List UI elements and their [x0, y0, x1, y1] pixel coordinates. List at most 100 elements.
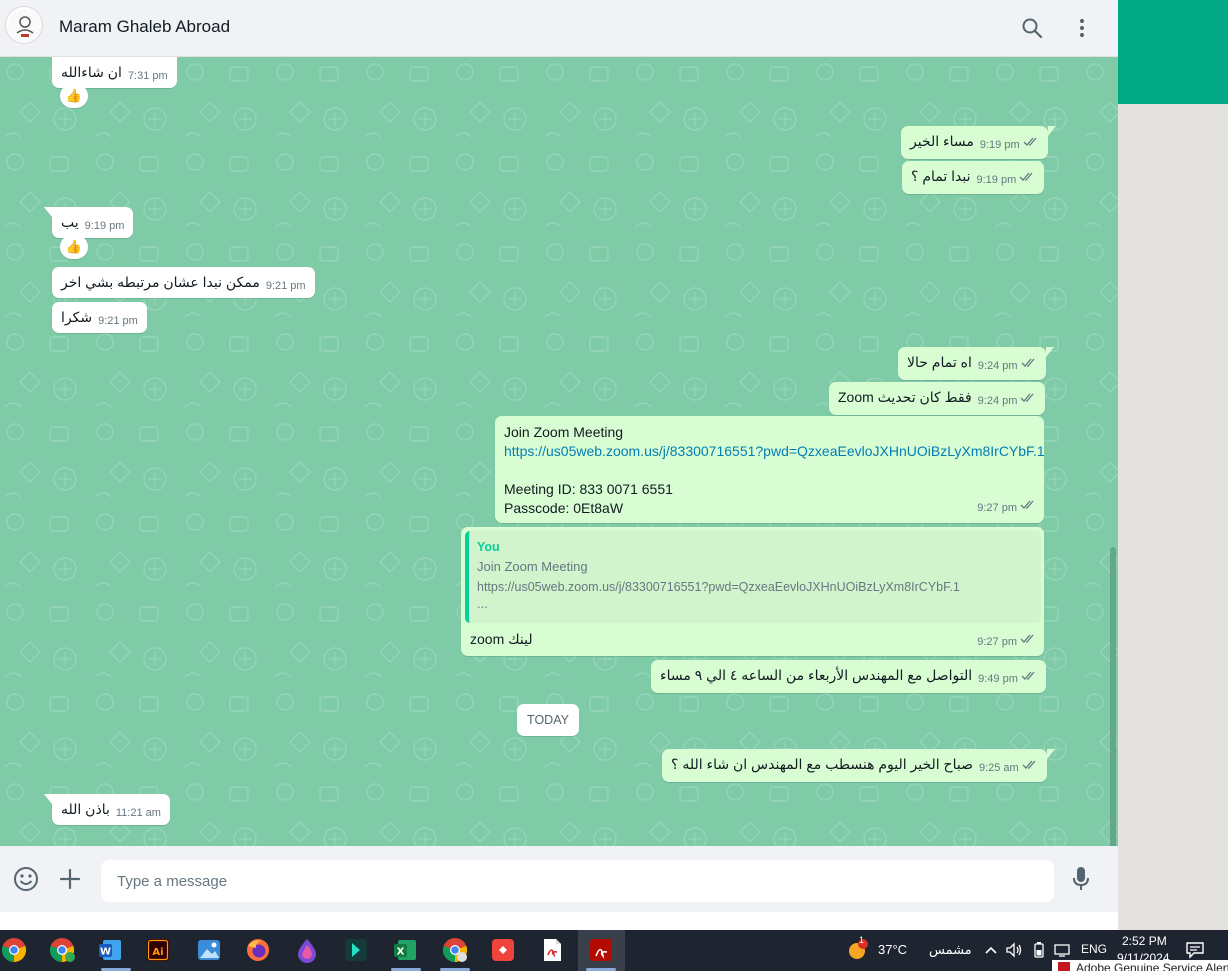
message-meta: 9:27 pm	[971, 629, 1036, 652]
message-time: 11:21 am	[115, 807, 161, 819]
double-check-icon	[1020, 634, 1034, 643]
svg-text:X: X	[397, 947, 405, 958]
message-text: فقط كان تحديث Zoom	[838, 389, 972, 405]
weather-text[interactable]: مشمس	[929, 942, 972, 958]
double-check-icon	[1023, 137, 1037, 146]
excel-icon[interactable]: X	[390, 935, 420, 965]
message-outgoing[interactable]: مساء الخير 9:19 pm	[901, 126, 1056, 159]
date-divider: TODAY	[517, 704, 579, 736]
double-check-icon	[1022, 760, 1036, 769]
message-time: 9:19 pm	[976, 174, 1017, 186]
avatar[interactable]	[5, 6, 43, 44]
message-outgoing[interactable]: صباح الخير اليوم هنسطب مع المهندس ان شاء…	[662, 749, 1055, 782]
adobe-icon	[1058, 962, 1070, 971]
message-reply[interactable]: You Join Zoom Meeting https://us05web.zo…	[461, 527, 1044, 656]
window-bottom-strip	[0, 912, 1118, 930]
word-icon[interactable]: W	[95, 935, 125, 965]
anydesk-icon[interactable]	[488, 935, 518, 965]
chrome-profile-2-icon[interactable]	[440, 935, 470, 965]
clock-time[interactable]: 2:52 PM	[1122, 934, 1167, 948]
side-panel-header	[1118, 0, 1228, 104]
message-time: 9:21 pm	[265, 280, 306, 292]
zoom-invite-title: Join Zoom Meeting	[504, 424, 624, 440]
reaction-thumbs-up[interactable]: 👍	[60, 235, 88, 259]
message-input[interactable]	[101, 860, 1054, 902]
message-incoming[interactable]: ممكن نبدا عشان مرتبطه بشي اخر 9:21 pm	[52, 267, 315, 298]
double-check-icon	[1020, 500, 1034, 509]
plus-icon	[59, 868, 81, 890]
reaction-thumbs-up[interactable]: 👍	[60, 84, 88, 108]
message-time: 9:25 am	[978, 762, 1019, 774]
voice-message-button[interactable]	[1067, 865, 1095, 893]
weather-sun-icon[interactable]	[845, 935, 869, 965]
illustrator-icon[interactable]: Ai	[143, 935, 173, 965]
message-outgoing[interactable]: اه تمام حالا 9:24 pm	[898, 347, 1054, 380]
message-zoom-invite[interactable]: Join Zoom Meeting https://us05web.zoom.u…	[495, 416, 1045, 523]
weather-badge: 1	[859, 935, 865, 945]
message-incoming[interactable]: باذن الله 11:21 am	[44, 794, 170, 825]
composer	[0, 846, 1118, 912]
chat-area[interactable]: ان شاءالله 7:31 pm 👍 مساء الخير 9:19 pm نب…	[0, 57, 1118, 846]
message-text: ممكن نبدا عشان مرتبطه بشي اخر	[61, 274, 260, 290]
svg-text:Ai: Ai	[152, 947, 163, 958]
menu-button[interactable]	[1067, 13, 1097, 43]
emoji-button[interactable]	[12, 865, 40, 893]
notification-toast[interactable]: Adobe Genuine Service Alert	[1052, 960, 1228, 971]
quote-line: ...	[477, 596, 488, 611]
message-time: 9:19 pm	[84, 220, 125, 232]
message-meta: 9:27 pm	[971, 495, 1036, 518]
avatar-logo-icon	[8, 9, 42, 43]
quote-line: https://us05web.zoom.us/j/83300716551?pw…	[477, 580, 960, 594]
message-outgoing[interactable]: التواصل مع المهندس الأربعاء من الساعه ٤ …	[651, 660, 1046, 693]
message-time: 9:24 pm	[977, 360, 1018, 372]
double-check-icon	[1021, 358, 1035, 367]
quoted-message[interactable]: You Join Zoom Meeting https://us05web.zo…	[465, 531, 1041, 623]
zoom-meeting-link[interactable]: https://us05web.zoom.us/j/83300716551?pw…	[504, 442, 1045, 461]
attach-button[interactable]	[56, 865, 84, 893]
message-text: شكرا	[61, 309, 93, 325]
battery-icon[interactable]	[1028, 935, 1050, 965]
contact-name[interactable]: Maram Ghaleb Abroad	[59, 17, 230, 37]
zoom-passcode: Passcode: 0Et8aW	[504, 500, 624, 516]
acrobat-icon[interactable]	[586, 935, 616, 965]
message-time: 9:27 pm	[977, 636, 1017, 648]
message-outgoing[interactable]: نبدا تمام ؟ 9:19 pm	[902, 161, 1045, 194]
filmora-icon[interactable]	[341, 935, 371, 965]
message-text: مساء الخير	[910, 133, 974, 149]
message-text: اه تمام حالا	[907, 354, 972, 370]
chrome-profile-icon[interactable]	[47, 935, 77, 965]
message-text: لينك zoom	[470, 631, 533, 647]
kebab-menu-icon	[1080, 19, 1084, 37]
input-language[interactable]: ENG	[1081, 942, 1107, 956]
notification-text: Adobe Genuine Service Alert	[1076, 961, 1228, 971]
chrome-icon[interactable]	[0, 935, 29, 965]
quote-author: You	[477, 540, 500, 554]
message-text: باذن الله	[61, 801, 110, 817]
windows-taskbar: W Ai X 1 37°C مشمس ENG 2:52 PM 9/11/2024	[0, 930, 1228, 971]
message-time: 9:24 pm	[977, 395, 1018, 407]
color-drop-app-icon[interactable]	[292, 935, 322, 965]
message-text: صباح الخير اليوم هنسطب مع المهندس ان شاء…	[671, 756, 973, 772]
weather-temp[interactable]: 37°C	[878, 942, 907, 957]
speaker-icon[interactable]	[1003, 935, 1025, 965]
chat-header: Maram Ghaleb Abroad	[0, 0, 1118, 57]
zoom-meeting-id: Meeting ID: 833 0071 6551	[504, 481, 673, 497]
pdf-reader-icon[interactable]	[537, 935, 567, 965]
message-incoming[interactable]: يب 9:19 pm	[43, 207, 134, 238]
message-incoming[interactable]: شكرا 9:21 pm	[52, 302, 147, 333]
chevron-up-icon[interactable]	[981, 935, 1001, 965]
firefox-icon[interactable]	[243, 935, 273, 965]
message-text: التواصل مع المهندس الأربعاء من الساعه ٤ …	[660, 667, 973, 683]
double-check-icon	[1021, 671, 1035, 680]
message-time: 9:49 pm	[978, 673, 1018, 685]
message-outgoing[interactable]: فقط كان تحديث Zoom 9:24 pm	[829, 382, 1046, 415]
search-button[interactable]	[1017, 13, 1047, 43]
photos-icon[interactable]	[194, 935, 224, 965]
message-time: 9:21 pm	[98, 315, 138, 327]
message-text: ان شاءالله	[61, 64, 122, 80]
emoji-icon	[14, 867, 38, 891]
message-time: 9:19 pm	[979, 139, 1020, 151]
side-panel	[1118, 104, 1228, 930]
message-time: 7:31 pm	[127, 70, 168, 82]
chat-scrollbar[interactable]	[1110, 547, 1116, 846]
